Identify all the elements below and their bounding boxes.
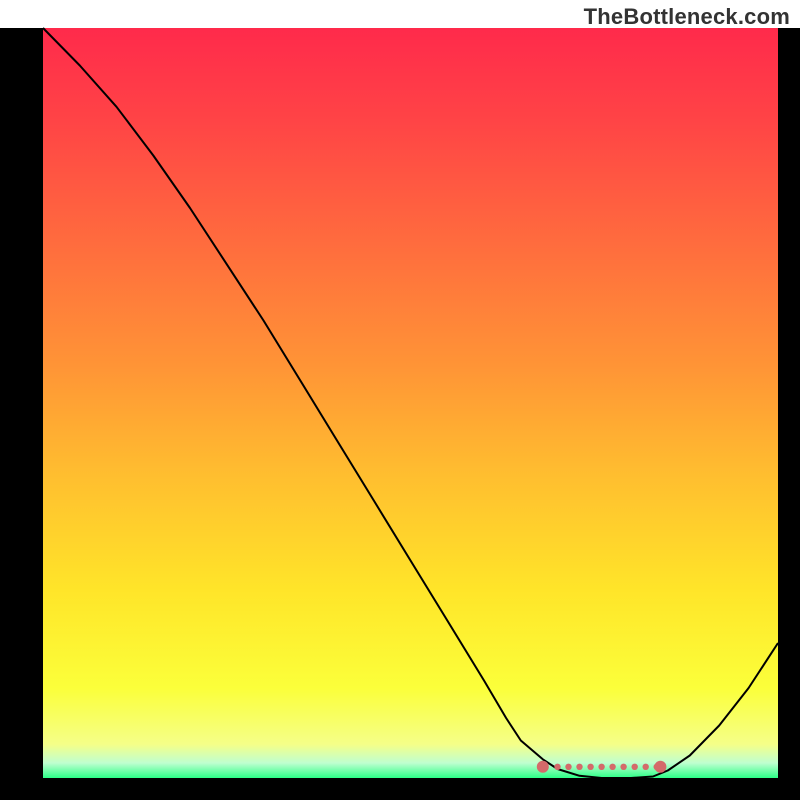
flat-region-dot [632,764,638,770]
flat-region-dot [643,764,649,770]
flat-region-endpoint [537,761,549,773]
flat-region-dot [554,764,560,770]
plot-area [43,28,778,778]
flat-region-dot [609,764,615,770]
flat-region-dot [620,764,626,770]
bottleneck-chart [0,0,800,800]
flat-region-dot [654,764,660,770]
flat-region-dot [598,764,604,770]
flat-region-dot [587,764,593,770]
flat-region-dot [576,764,582,770]
flat-region-dot [565,764,571,770]
watermark-text: TheBottleneck.com [584,4,790,30]
